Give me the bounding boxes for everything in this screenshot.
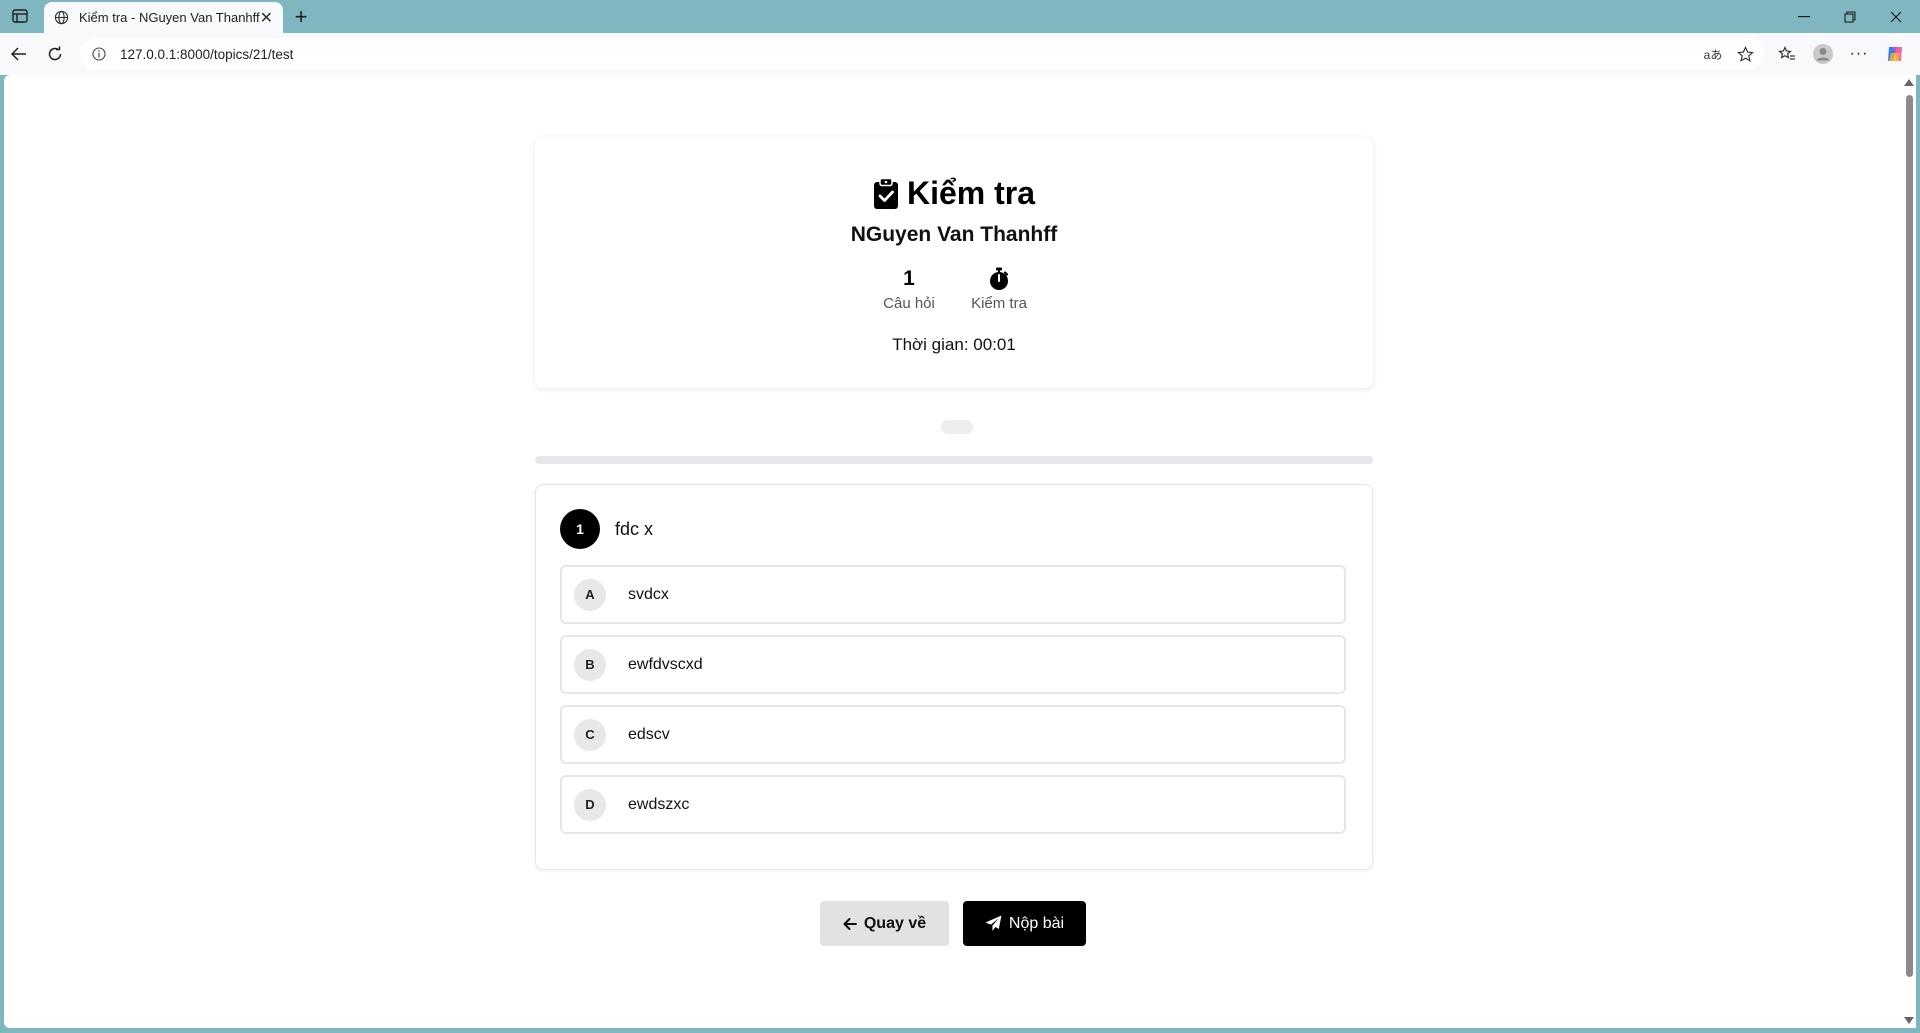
close-tab-icon[interactable]: ✕ bbox=[260, 10, 273, 27]
scroll-down-arrow-icon[interactable] bbox=[1904, 1017, 1914, 1024]
answer-option-c[interactable]: C edscv bbox=[560, 705, 1346, 764]
address-bar[interactable]: 127.0.0.1:8000/topics/21/test aあ bbox=[80, 38, 1764, 70]
restore-icon[interactable] bbox=[1830, 4, 1870, 30]
option-letter: D bbox=[574, 788, 606, 821]
option-text: edscv bbox=[628, 725, 670, 743]
question-count-value: 1 bbox=[903, 267, 915, 290]
test-stats: 1 Câu hỏi Kiểm tra bbox=[535, 266, 1373, 312]
close-window-icon[interactable] bbox=[1876, 4, 1916, 30]
stopwatch-icon bbox=[988, 266, 1010, 292]
question-text: fdc x bbox=[615, 518, 654, 539]
option-letter: A bbox=[574, 578, 606, 611]
favorite-star-icon[interactable] bbox=[1732, 38, 1758, 70]
page-scrollbar[interactable] bbox=[1902, 75, 1916, 1028]
page-title: Kiểm tra bbox=[535, 175, 1373, 212]
option-letter: B bbox=[574, 648, 606, 681]
option-text: ewdszxc bbox=[628, 795, 690, 813]
question-count-stat: 1 Câu hỏi bbox=[880, 266, 938, 312]
more-icon[interactable]: ··· bbox=[1846, 43, 1872, 65]
paper-plane-icon bbox=[985, 915, 1002, 931]
submit-button-label: Nộp bài bbox=[1008, 914, 1065, 932]
site-info-icon[interactable] bbox=[90, 45, 108, 63]
browser-toolbar: 127.0.0.1:8000/topics/21/test aあ ··· bbox=[0, 33, 1920, 75]
clipboard-check-icon bbox=[873, 177, 898, 209]
progress-bar bbox=[535, 456, 1373, 464]
status-pill bbox=[941, 420, 973, 434]
question-header: 1 fdc x bbox=[560, 509, 653, 549]
answer-option-d[interactable]: D ewdszxc bbox=[560, 775, 1346, 834]
back-arrow-icon[interactable] bbox=[8, 43, 30, 65]
globe-icon bbox=[54, 9, 69, 27]
question-count-label: Câu hỏi bbox=[883, 295, 935, 312]
scrollbar-thumb[interactable] bbox=[1906, 95, 1913, 977]
browser-viewport: Kiểm tra NGuyen Van Thanhff 1 Câu hỏi Ki… bbox=[0, 75, 1920, 1033]
reload-icon[interactable] bbox=[44, 43, 66, 65]
tab-bar: Kiểm tra - NGuyen Van Thanhff ✕ + bbox=[0, 0, 1920, 33]
new-tab-button[interactable]: + bbox=[290, 4, 312, 29]
browser-tab-active[interactable]: Kiểm tra - NGuyen Van Thanhff ✕ bbox=[44, 2, 283, 33]
question-card: 1 fdc x A svdcx B ewfdvscxd C edscv D ew… bbox=[535, 484, 1373, 870]
tab-title: Kiểm tra - NGuyen Van Thanhff bbox=[79, 10, 260, 25]
elapsed-timer: Thời gian: 00:01 bbox=[892, 335, 1016, 354]
option-text: ewfdvscxd bbox=[628, 655, 703, 673]
option-letter: C bbox=[574, 718, 606, 751]
scroll-up-arrow-icon[interactable] bbox=[1904, 79, 1914, 86]
minimize-icon[interactable] bbox=[1784, 4, 1824, 30]
mode-label: Kiểm tra bbox=[971, 295, 1027, 312]
profile-avatar[interactable] bbox=[1810, 43, 1836, 65]
option-text: svdcx bbox=[628, 585, 669, 603]
submit-button[interactable]: Nộp bài bbox=[963, 901, 1086, 946]
answer-option-a[interactable]: A svdcx bbox=[560, 565, 1346, 624]
arrow-left-icon bbox=[843, 917, 857, 930]
test-page: Kiểm tra NGuyen Van Thanhff 1 Câu hỏi Ki… bbox=[4, 75, 1902, 1028]
test-header-card: Kiểm tra NGuyen Van Thanhff 1 Câu hỏi Ki… bbox=[535, 137, 1373, 388]
tab-actions-icon[interactable] bbox=[10, 7, 30, 25]
back-button-label: Quay về bbox=[863, 914, 927, 932]
page-title-text: Kiểm tra bbox=[906, 175, 1036, 211]
copilot-icon[interactable] bbox=[1882, 43, 1908, 65]
url-text: 127.0.0.1:8000/topics/21/test bbox=[120, 46, 294, 62]
answer-option-b[interactable]: B ewfdvscxd bbox=[560, 635, 1346, 694]
mode-stat: Kiểm tra bbox=[970, 266, 1028, 312]
topic-name: NGuyen Van Thanhff bbox=[850, 223, 1058, 246]
favorites-icon[interactable] bbox=[1774, 43, 1800, 65]
read-aloud-icon[interactable]: aあ bbox=[1700, 38, 1726, 70]
back-button[interactable]: Quay về bbox=[820, 901, 949, 946]
question-number-badge: 1 bbox=[560, 509, 600, 549]
